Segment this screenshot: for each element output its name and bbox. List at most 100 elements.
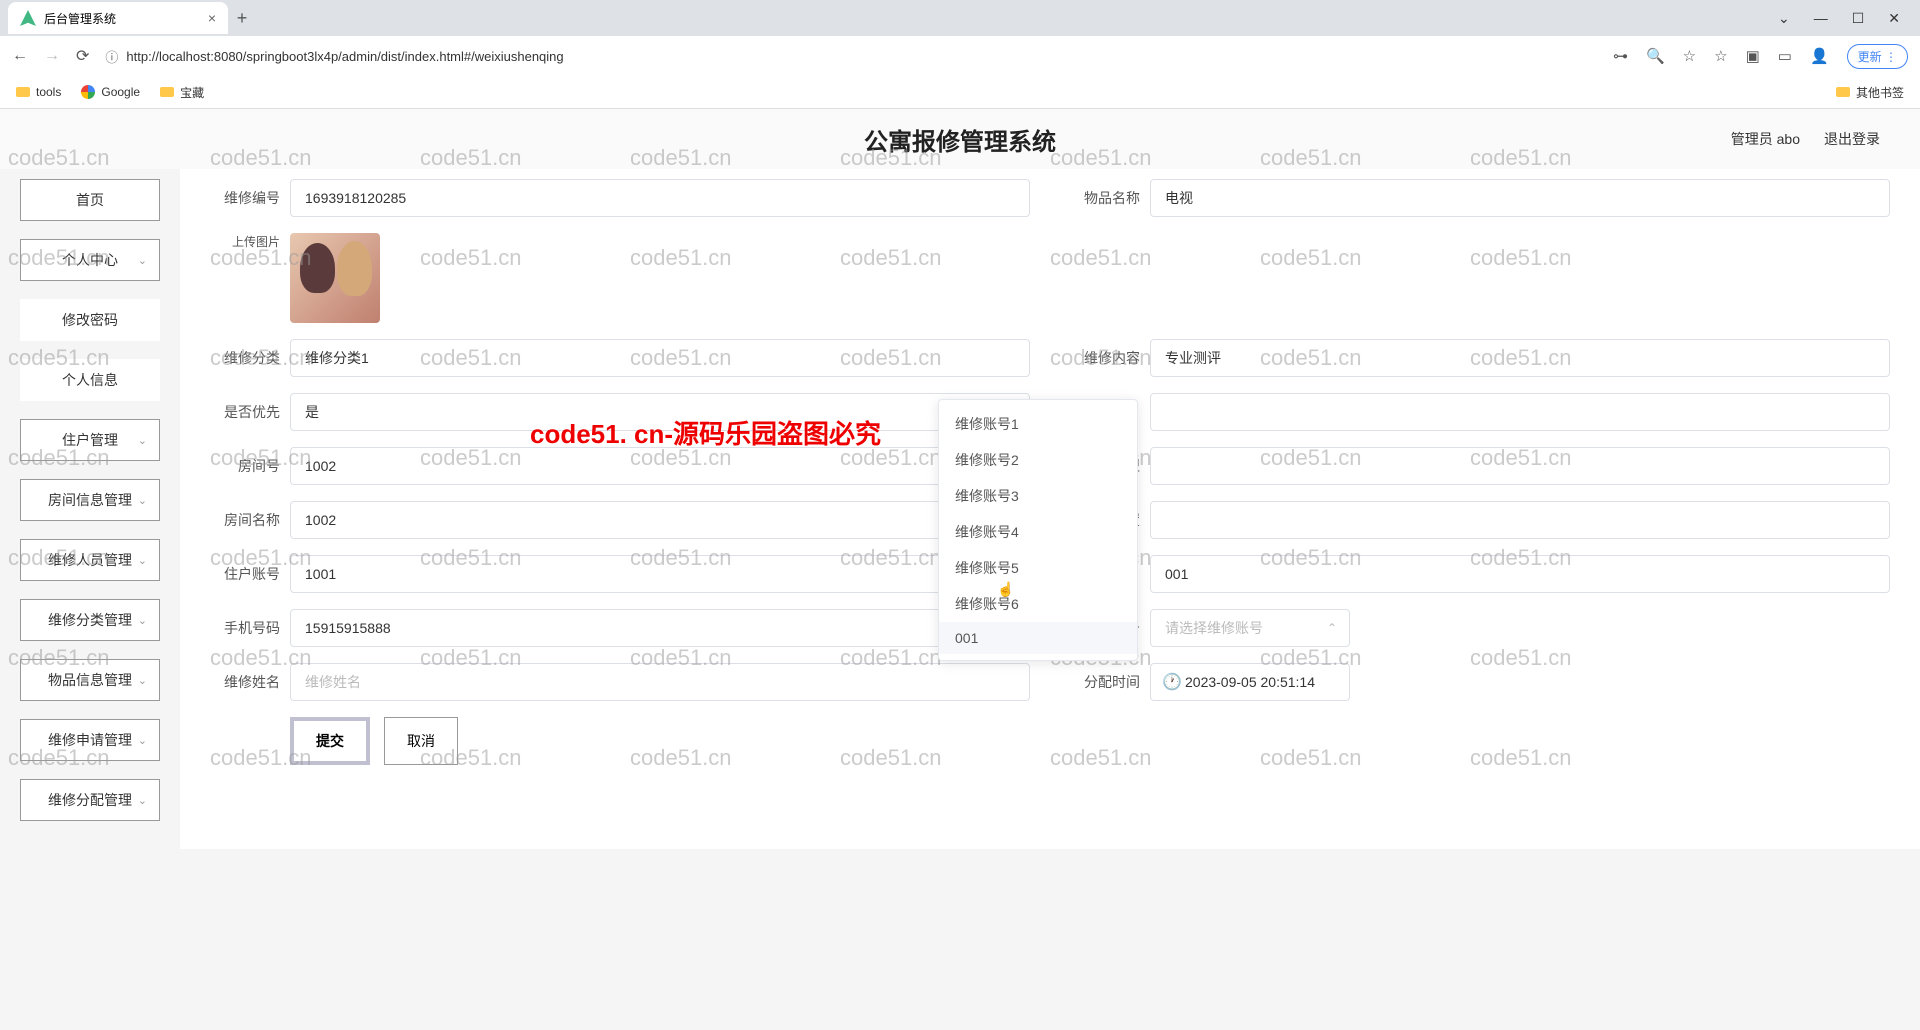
sidebar-item-home[interactable]: 首页 (20, 179, 160, 221)
translate-icon[interactable]: ☆ (1683, 47, 1696, 65)
input-resident-account[interactable] (290, 555, 1030, 593)
google-icon (81, 85, 95, 99)
window-controls: ⌄ — ☐ ✕ (1778, 10, 1920, 27)
cancel-button[interactable]: 取消 (384, 717, 458, 765)
forward-icon[interactable]: → (44, 47, 60, 65)
sidebar-item-repair-assign[interactable]: 维修分配管理⌄ (20, 779, 160, 821)
browser-tab[interactable]: 后台管理系统 × (8, 2, 228, 34)
input-repair-category[interactable] (290, 339, 1030, 377)
input-room-type[interactable] (1150, 447, 1890, 485)
dropdown-icon[interactable]: ⌄ (1778, 10, 1790, 27)
label-room-no: 房间号 (210, 456, 280, 476)
reload-icon[interactable]: ⟳ (76, 46, 89, 66)
label-repair-category: 维修分类 (210, 348, 280, 368)
label-repair-content: 维修内容 (1070, 348, 1140, 368)
maximize-icon[interactable]: ☐ (1852, 10, 1865, 27)
image-thumbnail[interactable] (290, 233, 380, 323)
page-title: 公寓报修管理系统 (864, 122, 1056, 157)
input-repair-content[interactable] (1150, 339, 1890, 377)
sidebar-item-item-info[interactable]: 物品信息管理⌄ (20, 659, 160, 701)
sidebar-item-personal-info[interactable]: 个人信息 (20, 359, 160, 401)
logout-link[interactable]: 退出登录 (1824, 129, 1880, 149)
label-assign-time: 分配时间 (1070, 672, 1140, 692)
tab-title: 后台管理系统 (44, 10, 116, 27)
minimize-icon[interactable]: — (1814, 10, 1828, 27)
chevron-down-icon: ⌄ (138, 554, 147, 567)
chevron-up-icon: ⌃ (1327, 621, 1337, 635)
clock-icon: 🕐 (1162, 672, 1182, 692)
submit-button[interactable]: 提交 (290, 717, 370, 765)
sidebar-icon[interactable]: ▭ (1778, 47, 1792, 65)
label-repair-id: 维修编号 (210, 188, 280, 208)
address-bar: ← → ⟳ ⓘ http://localhost:8080/springboot… (0, 36, 1920, 76)
key-icon[interactable]: ⊶ (1613, 47, 1628, 65)
label-upload-image: 上传图片 (210, 233, 280, 250)
dropdown-option[interactable]: 维修账号5 (939, 550, 1137, 586)
chevron-down-icon: ⌄ (138, 434, 147, 447)
input-assign-time-wrapper: 🕐 (1150, 663, 1350, 701)
select-repair-account[interactable]: 请选择维修账号 ⌃ (1150, 609, 1350, 647)
sidebar-item-resident[interactable]: 住户管理⌄ (20, 419, 160, 461)
dropdown-option[interactable]: 维修账号1 (939, 406, 1137, 442)
vue-favicon (20, 10, 36, 26)
dropdown-option[interactable]: 维修账号4 (939, 514, 1137, 550)
new-tab-button[interactable]: + (228, 8, 256, 29)
bookmark-baozang[interactable]: 宝藏 (160, 84, 204, 101)
input-resident-name[interactable] (1150, 555, 1890, 593)
sidebar-item-repair-staff[interactable]: 维修人员管理⌄ (20, 539, 160, 581)
sidebar: 首页 个人中心⌄ 修改密码 个人信息 住户管理⌄ 房间信息管理⌄ 维修人员管理⌄… (0, 169, 180, 849)
app-header: 公寓报修管理系统 管理员 abo 退出登录 (0, 109, 1920, 169)
input-phone[interactable] (290, 609, 1030, 647)
chevron-down-icon: ⌄ (138, 794, 147, 807)
chevron-down-icon: ⌄ (138, 254, 147, 267)
label-is-priority: 是否优先 (210, 402, 280, 422)
zoom-icon[interactable]: 🔍 (1646, 47, 1665, 65)
tab-bar: 后台管理系统 × + ⌄ — ☐ ✕ (0, 0, 1920, 36)
star-icon[interactable]: ☆ (1714, 47, 1727, 65)
sidebar-item-repair-request[interactable]: 维修申请管理⌄ (20, 719, 160, 761)
input-is-priority[interactable] (290, 393, 1030, 431)
input-repair-id[interactable] (290, 179, 1030, 217)
info-icon: ⓘ (105, 47, 118, 66)
dropdown-panel: 维修账号1 维修账号2 维修账号3 维修账号4 维修账号5 维修账号6 001 (938, 399, 1138, 661)
sidebar-item-change-password[interactable]: 修改密码 (20, 299, 160, 341)
url-input[interactable]: ⓘ http://localhost:8080/springboot3lx4p/… (105, 47, 1597, 66)
input-item-name[interactable] (1150, 179, 1890, 217)
label-repair-person-name: 维修姓名 (210, 672, 280, 692)
url-text: http://localhost:8080/springboot3lx4p/ad… (126, 49, 563, 64)
folder-icon (1836, 87, 1850, 97)
app-container: 公寓报修管理系统 管理员 abo 退出登录 首页 个人中心⌄ 修改密码 个人信息… (0, 109, 1920, 849)
chevron-down-icon: ⌄ (138, 734, 147, 747)
dropdown-option[interactable]: 维修账号3 (939, 478, 1137, 514)
bookmark-google[interactable]: Google (81, 85, 140, 99)
input-room-name[interactable] (290, 501, 1030, 539)
sidebar-item-personal[interactable]: 个人中心⌄ (20, 239, 160, 281)
dropdown-option[interactable]: 001 (939, 622, 1137, 654)
close-window-icon[interactable]: ✕ (1888, 10, 1900, 27)
dropdown-option[interactable]: 维修账号6 (939, 586, 1137, 622)
input-repair-person-name[interactable] (290, 663, 1030, 701)
sidebar-item-room-info[interactable]: 房间信息管理⌄ (20, 479, 160, 521)
bookmark-other[interactable]: 其他书签 (1836, 84, 1904, 101)
bookmark-tools[interactable]: tools (16, 85, 61, 99)
label-item-name: 物品名称 (1070, 188, 1140, 208)
close-tab-icon[interactable]: × (208, 10, 216, 26)
user-role[interactable]: 管理员 abo (1731, 129, 1800, 149)
profile-icon[interactable]: 👤 (1810, 47, 1829, 65)
label-resident-account: 住户账号 (210, 564, 280, 584)
label-phone: 手机号码 (210, 618, 280, 638)
input-room-location[interactable] (1150, 501, 1890, 539)
input-hidden[interactable] (1150, 393, 1890, 431)
browser-chrome: 后台管理系统 × + ⌄ — ☐ ✕ ← → ⟳ ⓘ http://localh… (0, 0, 1920, 109)
folder-icon (160, 87, 174, 97)
update-button[interactable]: 更新 ⋮ (1847, 44, 1908, 69)
chevron-down-icon: ⌄ (138, 674, 147, 687)
dropdown-option[interactable]: 维修账号2 (939, 442, 1137, 478)
cursor-icon: ☝ (997, 581, 1014, 598)
input-room-no[interactable] (290, 447, 1030, 485)
back-icon[interactable]: ← (12, 47, 28, 65)
folder-icon (16, 87, 30, 97)
sidebar-item-repair-category[interactable]: 维修分类管理⌄ (20, 599, 160, 641)
chevron-down-icon: ⌄ (138, 614, 147, 627)
extensions-icon[interactable]: ▣ (1746, 47, 1760, 65)
